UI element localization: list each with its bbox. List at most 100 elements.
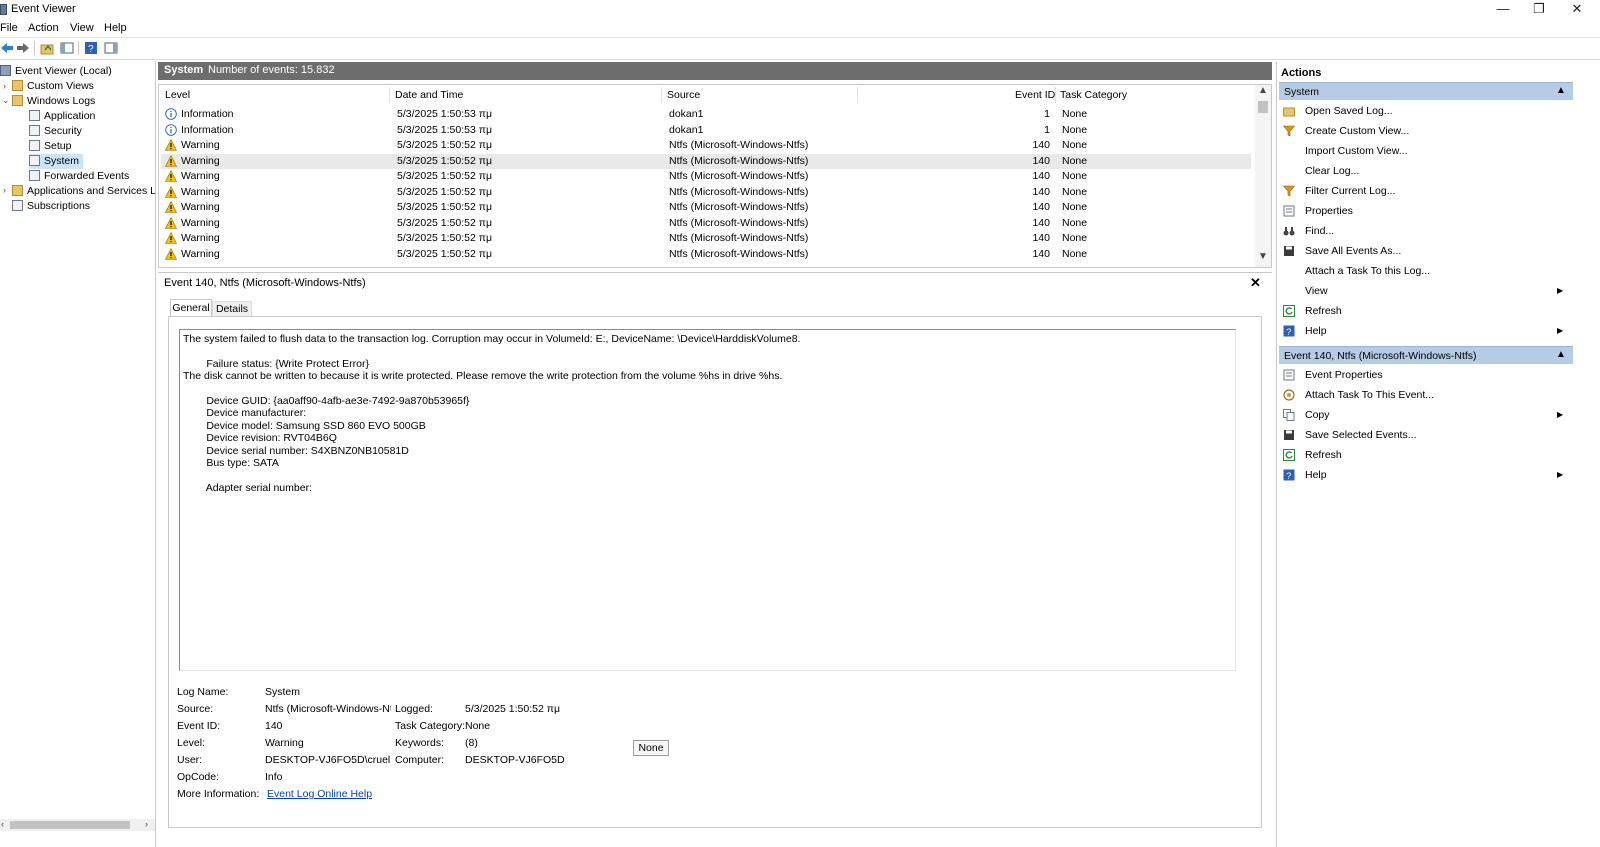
show-hide-tree-icon[interactable]	[60, 41, 74, 55]
menu-view[interactable]: View	[70, 22, 94, 34]
event-row[interactable]: Warning 5/3/2025 1:50:52 πμ Ntfs (Microsof…	[161, 185, 1251, 200]
event-row[interactable]: Information 5/3/2025 1:50:53 πμ dokan1 1 Non…	[161, 107, 1251, 122]
column-separator[interactable]	[1055, 87, 1056, 103]
action-help[interactable]: ? Help ▶	[1281, 466, 1573, 484]
tree-item-setup[interactable]: Setup	[29, 139, 71, 154]
event-row[interactable]: Warning 5/3/2025 1:50:52 πμ Ntfs (Microsof…	[161, 200, 1251, 215]
event-count: Number of events: 15.832	[208, 64, 335, 76]
tab-general[interactable]: General	[170, 299, 212, 317]
event-row[interactable]: Warning 5/3/2025 1:50:52 πμ Ntfs (Microsof…	[161, 153, 1251, 169]
tree-item-subscriptions[interactable]: Subscriptions	[12, 199, 90, 214]
action-clear-log[interactable]: Clear Log...	[1281, 162, 1573, 180]
event-detail-pane: Event 140, Ntfs (Microsoft-Windows-Ntfs)…	[158, 272, 1272, 847]
action-view[interactable]: View ▶	[1281, 282, 1573, 300]
scroll-right-icon[interactable]: ›	[145, 819, 148, 829]
tab-details[interactable]: Details	[212, 301, 252, 317]
action-import-custom-view[interactable]: Import Custom View...	[1281, 142, 1573, 160]
tree-item-applications-and-services[interactable]: Applications and Services Lo	[12, 184, 155, 199]
up-folder-icon[interactable]	[40, 41, 54, 55]
submenu-arrow-icon: ▶	[1557, 470, 1564, 479]
action-save-all-events-as[interactable]: Save All Events As...	[1281, 242, 1573, 260]
tree-horizontal-scrollbar[interactable]: ‹ ›	[0, 819, 155, 831]
expand-chevron-icon[interactable]: ›	[3, 81, 6, 91]
log-icon	[29, 110, 40, 121]
svg-text:?: ?	[1286, 327, 1291, 337]
action-refresh[interactable]: Refresh	[1281, 446, 1573, 464]
help-icon[interactable]: ?	[84, 41, 98, 55]
menu-help[interactable]: Help	[104, 22, 127, 34]
menu-file[interactable]: File	[0, 22, 18, 34]
subscriptions-icon	[12, 200, 23, 211]
event-id: 140	[1032, 216, 1050, 229]
event-row[interactable]: Information 5/3/2025 1:50:53 πμ dokan1 1 Non…	[161, 123, 1251, 138]
tree-label: Windows Logs	[27, 95, 96, 107]
event-id: 140	[1032, 247, 1050, 260]
collapse-section-icon[interactable]: ▲	[1556, 349, 1566, 360]
event-id-label: Event ID:	[177, 720, 221, 732]
action-copy[interactable]: Copy ▶	[1281, 406, 1573, 424]
action-help[interactable]: ? Help ▶	[1281, 322, 1573, 340]
tree-item-custom-views[interactable]: Custom Views	[12, 79, 94, 94]
action-event-properties[interactable]: Event Properties	[1281, 366, 1573, 384]
event-task-category: None	[1062, 216, 1088, 229]
tree-label: Application	[44, 110, 96, 122]
column-header-event-id[interactable]: Event ID	[1015, 89, 1055, 101]
event-id: 140	[1032, 232, 1050, 244]
menu-action[interactable]: Action	[28, 22, 59, 34]
submenu-arrow-icon: ▶	[1557, 286, 1564, 295]
show-action-pane-icon[interactable]	[104, 41, 118, 55]
close-window-button[interactable]: ✕	[1554, 0, 1600, 20]
toolbar-separator	[34, 41, 35, 55]
column-separator[interactable]	[661, 87, 662, 103]
scroll-down-icon[interactable]: ▼	[1258, 251, 1268, 262]
action-find[interactable]: Find...	[1281, 222, 1573, 240]
collapse-chevron-icon[interactable]: ⌄	[2, 95, 10, 106]
action-label: Help	[1305, 469, 1327, 481]
column-separator[interactable]	[857, 87, 858, 103]
tree-item-system[interactable]: System	[29, 154, 84, 169]
action-filter-current-log[interactable]: Filter Current Log...	[1281, 182, 1573, 200]
event-id: 140	[1032, 154, 1050, 167]
action-label: Import Custom View...	[1305, 145, 1408, 157]
event-row[interactable]: Warning 5/3/2025 1:50:52 πμ Ntfs (Microsof…	[161, 247, 1251, 262]
event-description[interactable]: The system failed to flush data to the t…	[179, 329, 1236, 671]
tree-item-windows-logs[interactable]: Windows Logs	[12, 94, 95, 109]
scrollbar-thumb[interactable]	[10, 821, 130, 829]
column-header-source[interactable]: Source	[667, 89, 700, 101]
back-arrow-icon[interactable]	[0, 41, 14, 55]
action-create-custom-view[interactable]: Create Custom View...	[1281, 122, 1573, 140]
expand-chevron-icon[interactable]: ›	[3, 185, 6, 195]
event-row[interactable]: Warning 5/3/2025 1:50:52 πμ Ntfs (Microsof…	[161, 138, 1251, 153]
events-vertical-scrollbar[interactable]: ▲ ▼	[1255, 85, 1271, 267]
properties-icon	[1283, 205, 1295, 217]
column-separator[interactable]	[389, 87, 390, 103]
action-refresh[interactable]: Refresh	[1281, 302, 1573, 320]
scroll-left-icon[interactable]: ‹	[1, 819, 4, 829]
actions-section-event[interactable]: Event 140, Ntfs (Microsoft-Windows-Ntfs)…	[1279, 346, 1573, 364]
tree-item-application[interactable]: Application	[29, 109, 95, 124]
action-label: Attach Task To This Event...	[1305, 389, 1434, 401]
tree-item-security[interactable]: Security	[29, 124, 82, 139]
column-header-level[interactable]: Level	[165, 89, 190, 101]
tree-label: Event Viewer (Local)	[15, 65, 112, 77]
event-row[interactable]: Warning 5/3/2025 1:50:52 πμ Ntfs (Microsof…	[161, 231, 1251, 246]
scrollbar-thumb[interactable]	[1258, 101, 1268, 113]
column-header-task-category[interactable]: Task Category	[1060, 89, 1127, 101]
action-attach-a-task-to-this-log[interactable]: Attach a Task To this Log...	[1281, 262, 1573, 280]
forward-arrow-icon[interactable]	[16, 41, 30, 55]
close-detail-icon[interactable]: ✕	[1250, 275, 1261, 291]
event-row[interactable]: Warning 5/3/2025 1:50:52 πμ Ntfs (Microsof…	[161, 216, 1251, 231]
actions-section-system[interactable]: System ▲	[1279, 82, 1573, 100]
column-header-date[interactable]: Date and Time	[395, 89, 463, 101]
event-log-online-help-link[interactable]: Event Log Online Help	[267, 788, 372, 800]
action-open-saved-log[interactable]: Open Saved Log...	[1281, 102, 1573, 120]
tree-item-event-viewer-local[interactable]: Event Viewer (Local)	[0, 64, 112, 79]
section-label: Event 140, Ntfs (Microsoft-Windows-Ntfs)	[1284, 350, 1477, 362]
event-row[interactable]: Warning 5/3/2025 1:50:52 πμ Ntfs (Microsof…	[161, 169, 1251, 184]
action-properties[interactable]: Properties	[1281, 202, 1573, 220]
action-attach-task-to-this-event[interactable]: Attach Task To This Event...	[1281, 386, 1573, 404]
action-save-selected-events[interactable]: Save Selected Events...	[1281, 426, 1573, 444]
collapse-section-icon[interactable]: ▲	[1556, 85, 1566, 96]
tree-item-forwarded-events[interactable]: Forwarded Events	[29, 169, 129, 184]
scroll-up-icon[interactable]: ▲	[1258, 85, 1268, 96]
